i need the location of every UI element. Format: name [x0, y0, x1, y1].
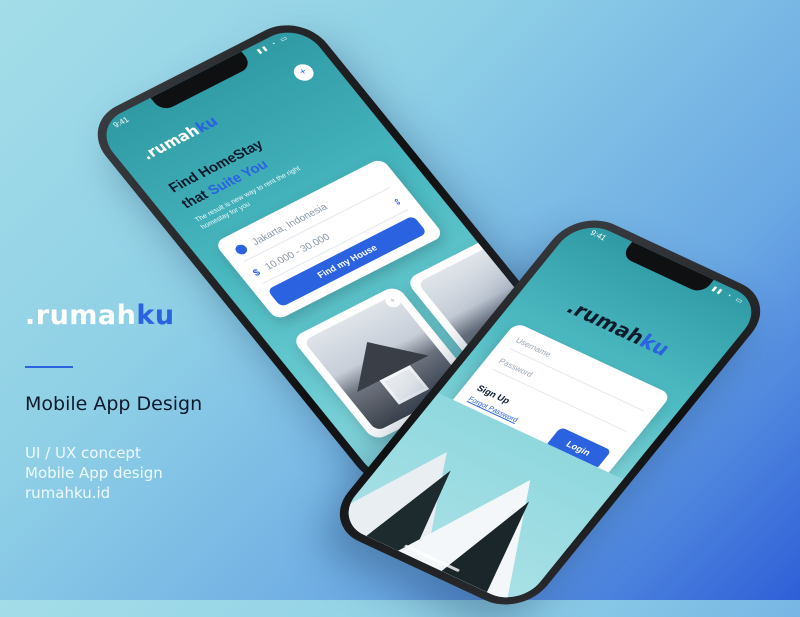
brand-logo-prefix: .rumah	[25, 300, 137, 331]
app-logo-prefix: .rumah	[561, 295, 651, 349]
chevron-updown-icon[interactable]: ⇕	[387, 192, 408, 213]
phone-notch	[150, 51, 254, 113]
app-logo-prefix: .rumah	[137, 121, 204, 164]
status-icons: ▮▮ ◔ ▭	[710, 285, 746, 306]
location-pin-icon: ⬤	[232, 242, 250, 257]
brand-block: .rumahku	[25, 300, 175, 331]
status-time: 9:41	[588, 228, 609, 243]
brand-subtitle: UI / UX concept Mobile App design rumahk…	[25, 443, 163, 503]
brand-divider	[25, 366, 73, 368]
app-logo: .rumahku	[138, 112, 222, 163]
status-time: 9:41	[111, 115, 131, 130]
subtitle-line: rumahku.id	[25, 484, 111, 502]
subtitle-line: UI / UX concept	[25, 444, 141, 462]
subtitle-line: Mobile App design	[25, 464, 163, 482]
brand-logo-accent: ku	[136, 300, 175, 331]
plus-icon[interactable]: +	[289, 61, 318, 84]
brand-logo: .rumahku	[25, 300, 175, 331]
status-icons: ▮▮ ◔ ▭	[255, 34, 291, 56]
dollar-icon: $	[250, 267, 263, 279]
brand-headline: Mobile App Design	[25, 393, 203, 415]
phone-notch	[620, 241, 714, 295]
